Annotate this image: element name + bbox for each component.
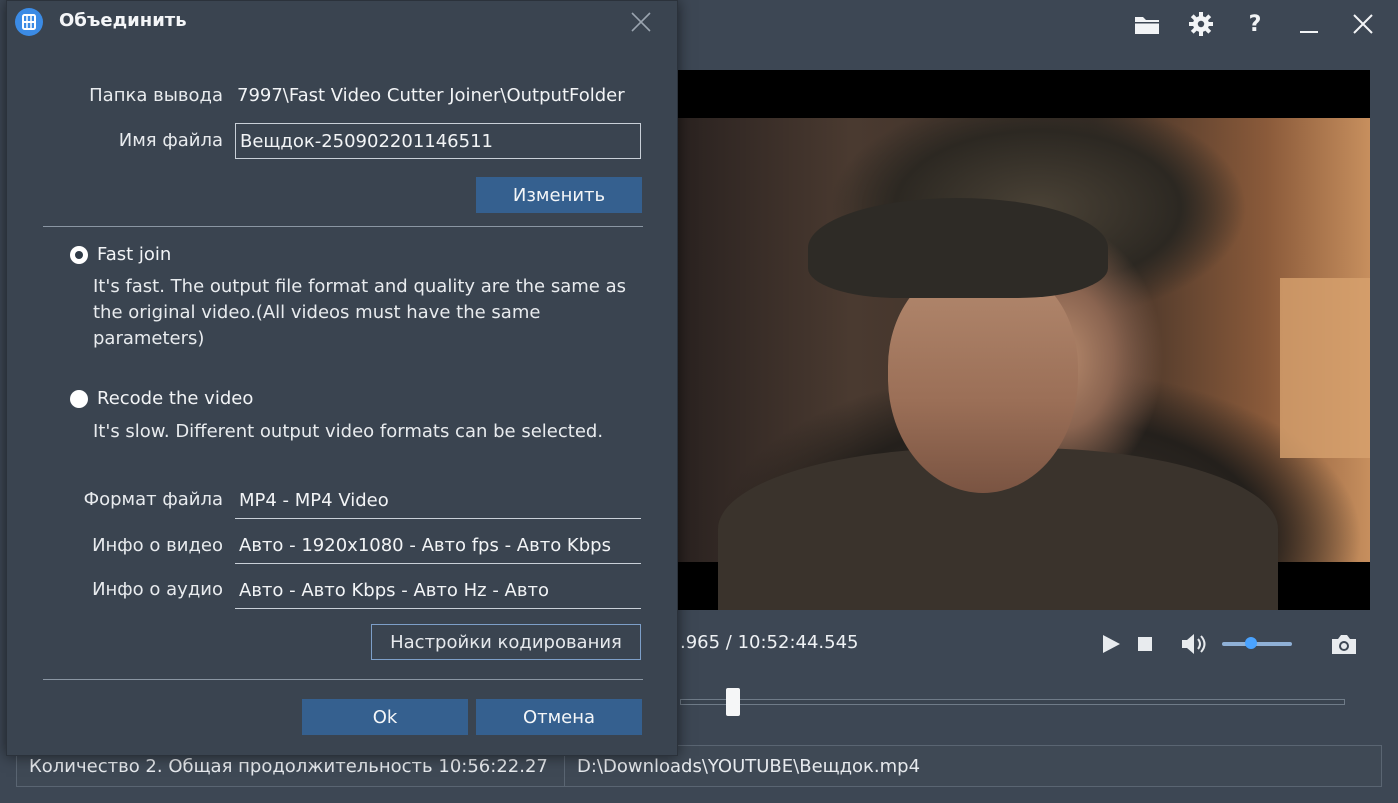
volume-slider-handle[interactable]	[1245, 637, 1258, 649]
minimize-icon[interactable]	[1282, 6, 1336, 42]
change-folder-button[interactable]: Изменить	[476, 177, 642, 213]
encoding-settings-button[interactable]: Настройки кодирования	[371, 624, 641, 660]
join-dialog: Объединить Папка вывода 7997\Fast Video …	[6, 0, 678, 756]
film-icon	[15, 8, 43, 36]
fast-join-label[interactable]: Fast join	[97, 244, 171, 265]
ok-button[interactable]: Ok	[302, 699, 468, 735]
status-file-path: D:\Downloads\YOUTUBE\Вещдок.mp4	[577, 755, 921, 777]
divider-top	[43, 226, 643, 227]
fast-join-description: It's fast. The output file format and qu…	[93, 276, 626, 349]
close-icon[interactable]	[1336, 6, 1390, 42]
file-name-label: Имя файла	[118, 130, 223, 151]
video-frame	[678, 118, 1370, 610]
dialog-close-icon[interactable]	[629, 10, 653, 34]
recode-label[interactable]: Recode the video	[97, 388, 253, 409]
dialog-title-bar: Объединить	[7, 1, 677, 43]
seek-bar[interactable]	[680, 699, 1345, 705]
file-format-label: Формат файла	[83, 489, 223, 510]
help-icon[interactable]: ?	[1228, 6, 1282, 42]
recode-description: It's slow. Different output video format…	[93, 421, 604, 442]
volume-slider[interactable]	[1222, 637, 1292, 649]
gear-icon[interactable]	[1174, 6, 1228, 42]
video-info-label: Инфо о видео	[92, 535, 223, 556]
video-preview[interactable]	[678, 70, 1370, 610]
window-toolbar: ?	[1120, 6, 1390, 42]
file-name-input[interactable]	[235, 123, 641, 159]
player-controls	[1100, 627, 1358, 661]
folder-icon[interactable]	[1120, 6, 1174, 42]
cancel-button[interactable]: Отмена	[476, 699, 642, 735]
file-format-select[interactable]: MP4 - MP4 Video	[239, 490, 641, 511]
fast-join-radio[interactable]	[70, 246, 88, 264]
recode-radio[interactable]	[70, 390, 88, 408]
output-folder-label: Папка вывода	[89, 85, 223, 106]
time-readout: .965 / 10:52:44.545	[680, 632, 859, 653]
audio-info-label: Инфо о аудио	[92, 579, 223, 600]
output-folder-value: 7997\Fast Video Cutter Joiner\OutputFold…	[237, 85, 625, 106]
volume-icon[interactable]	[1180, 632, 1208, 656]
play-icon[interactable]	[1100, 633, 1122, 655]
audio-info-select[interactable]: Авто - Авто Kbps - Авто Hz - Авто	[239, 580, 641, 601]
camera-icon[interactable]	[1330, 632, 1358, 656]
video-info-select[interactable]: Авто - 1920x1080 - Авто fps - Авто Kbps	[239, 535, 641, 556]
seek-bar-handle[interactable]	[726, 688, 741, 716]
stop-icon[interactable]	[1136, 635, 1154, 653]
dialog-title: Объединить	[59, 10, 187, 31]
divider-bottom	[43, 679, 643, 680]
